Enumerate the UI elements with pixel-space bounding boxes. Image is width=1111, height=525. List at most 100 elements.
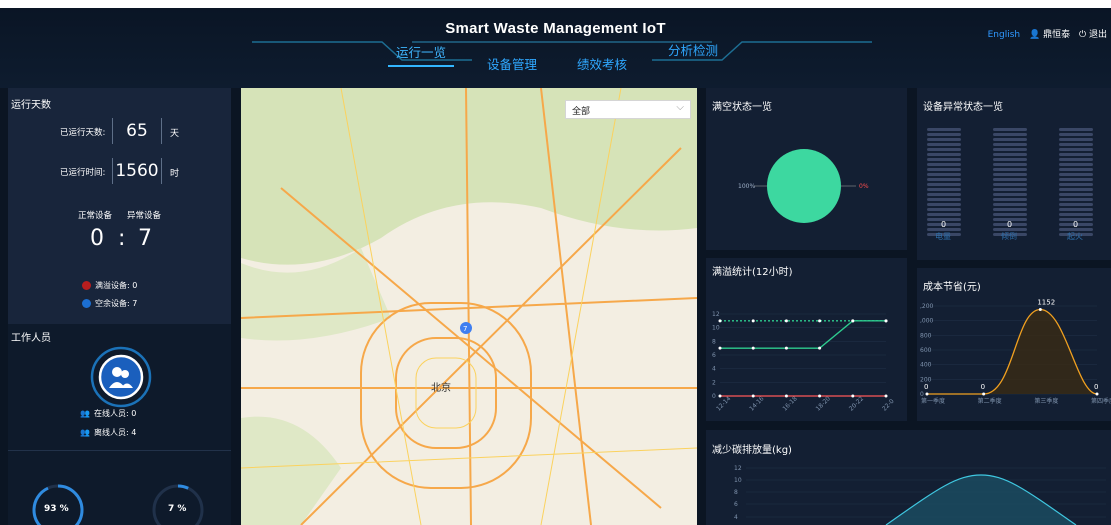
bar-segment xyxy=(1059,143,1093,146)
nav-active-underline xyxy=(388,65,454,67)
pie-label-full: 100% xyxy=(738,183,755,190)
y-tick-label: 4 xyxy=(712,366,716,373)
cost-area xyxy=(927,309,1097,394)
region-select[interactable]: 全部 ⌵ xyxy=(565,100,691,119)
user-name[interactable]: 鼎恒泰 xyxy=(1043,30,1070,40)
language-switch[interactable]: English xyxy=(988,30,1021,40)
bar-segment xyxy=(1059,163,1093,166)
divider xyxy=(8,450,231,451)
bar-segment xyxy=(927,203,961,206)
series-point xyxy=(718,346,722,350)
x-tick-label: 16-18 xyxy=(781,395,798,412)
y-tick-label: 4 xyxy=(734,514,738,521)
nav-tab-overview[interactable]: 运行一览 xyxy=(396,42,446,61)
bar-segment xyxy=(927,198,961,201)
map-view[interactable]: 北京 7 xyxy=(241,88,697,525)
x-tick-label: 22-0 xyxy=(881,398,896,413)
trash-icon xyxy=(82,299,91,308)
bar-segment xyxy=(993,173,1027,176)
y-tick-label: 6 xyxy=(734,501,738,508)
x-tick-label: 14-16 xyxy=(748,395,765,412)
days-label: 已运行天数: xyxy=(60,128,106,138)
abnormal-bar: 0 倾倒 xyxy=(993,128,1027,241)
series-point xyxy=(851,394,855,398)
series-point xyxy=(884,319,888,323)
logout-link[interactable]: 退出 xyxy=(1089,30,1107,40)
bar-segment xyxy=(927,143,961,146)
bar-value: 0 xyxy=(1073,220,1079,229)
x-tick-label: 第一季度 xyxy=(921,397,945,405)
abnormal-bar: 0 起火 xyxy=(1059,128,1093,241)
online-staff: 👥 在线人员: 0 xyxy=(80,408,136,419)
x-tick-label: 20-22 xyxy=(848,395,865,412)
abnormal-state-panel: 设备异常状态一览 0 电量 0 倾倒 0 起火 xyxy=(917,88,1111,260)
map-canvas: 北京 7 xyxy=(241,88,697,525)
abnormal-bar: 0 电量 xyxy=(927,128,961,241)
ring-b-value: 7 % xyxy=(168,504,187,514)
full-state-pie: 100% 0% xyxy=(738,149,869,223)
staff-title: 工作人员 xyxy=(11,333,51,344)
bar-segment xyxy=(1059,168,1093,171)
bar-segment xyxy=(1059,153,1093,156)
y-tick-label: ,200 xyxy=(920,303,934,310)
data-point xyxy=(925,392,929,396)
series-point xyxy=(751,394,755,398)
device-status-panel: 正常设备 异常设备 0 : 7 满溢设备: 0 空余设备: 7 xyxy=(8,206,231,324)
bar-segment xyxy=(993,133,1027,136)
series-point xyxy=(718,319,722,323)
series-point xyxy=(884,394,888,398)
overflow-legend: 满溢设备: 0 xyxy=(82,280,137,291)
bar-segment xyxy=(1059,128,1093,131)
bar-segment xyxy=(993,153,1027,156)
bar-label: 电量 xyxy=(935,232,951,241)
pie-slice-full xyxy=(767,149,841,223)
series-point xyxy=(718,394,722,398)
normal-device-count: 0 xyxy=(90,226,104,251)
top-strip xyxy=(0,0,1111,8)
empty-legend: 空余设备: 7 xyxy=(82,298,137,309)
data-label: 1152 xyxy=(1037,299,1055,307)
nav-tab-analysis[interactable]: 分析检测 xyxy=(668,40,718,59)
carbon-area xyxy=(886,475,1076,525)
staff-panel: 工作人员 👥 在线人员: 0 👥 离线人员: 4 93 % 7 % xyxy=(8,324,231,525)
abnormal-state-title: 设备异常状态一览 xyxy=(923,102,1003,113)
overflow-icon xyxy=(82,281,91,290)
app-title: Smart Waste Management IoT xyxy=(445,20,666,37)
bar-segment xyxy=(1059,198,1093,201)
bar-segment xyxy=(993,203,1027,206)
bar-segment xyxy=(927,163,961,166)
time-label: 已运行时间: xyxy=(60,168,106,178)
bar-segment xyxy=(1059,178,1093,181)
bar-segment xyxy=(927,193,961,196)
offline-staff-text: 离线人员: 4 xyxy=(93,428,137,437)
series-line xyxy=(720,320,886,349)
bar-segment xyxy=(927,178,961,181)
chevron-down-icon: ⌵ xyxy=(676,102,684,113)
nav-tab-performance[interactable]: 绩效考核 xyxy=(577,54,627,73)
bar-segment xyxy=(993,183,1027,186)
y-tick-label: 0 xyxy=(712,393,716,400)
bar-segment xyxy=(1059,188,1093,191)
online-staff-text: 在线人员: 0 xyxy=(93,409,137,418)
bar-segment xyxy=(1059,158,1093,161)
bar-segment xyxy=(993,178,1027,181)
data-label: 0 xyxy=(924,383,928,391)
bar-segment xyxy=(927,168,961,171)
bar-segment xyxy=(927,148,961,151)
bar-value: 0 xyxy=(1007,220,1013,229)
nav-tab-devices[interactable]: 设备管理 xyxy=(487,54,537,73)
pie-label-empty: 0% xyxy=(859,183,869,190)
bar-segment xyxy=(993,213,1027,216)
mountain-area-sw xyxy=(241,416,341,525)
bar-segment xyxy=(993,188,1027,191)
x-tick-label: 12-14 xyxy=(715,395,732,412)
bar-segment xyxy=(927,158,961,161)
series-point xyxy=(751,319,755,323)
series-point xyxy=(784,319,788,323)
map-city-label: 北京 xyxy=(431,381,451,394)
bar-segment xyxy=(993,143,1027,146)
bar-segment xyxy=(1059,213,1093,216)
series-point xyxy=(784,394,788,398)
offline-staff: 👥 离线人员: 4 xyxy=(80,427,136,438)
bar-segment xyxy=(1059,148,1093,151)
